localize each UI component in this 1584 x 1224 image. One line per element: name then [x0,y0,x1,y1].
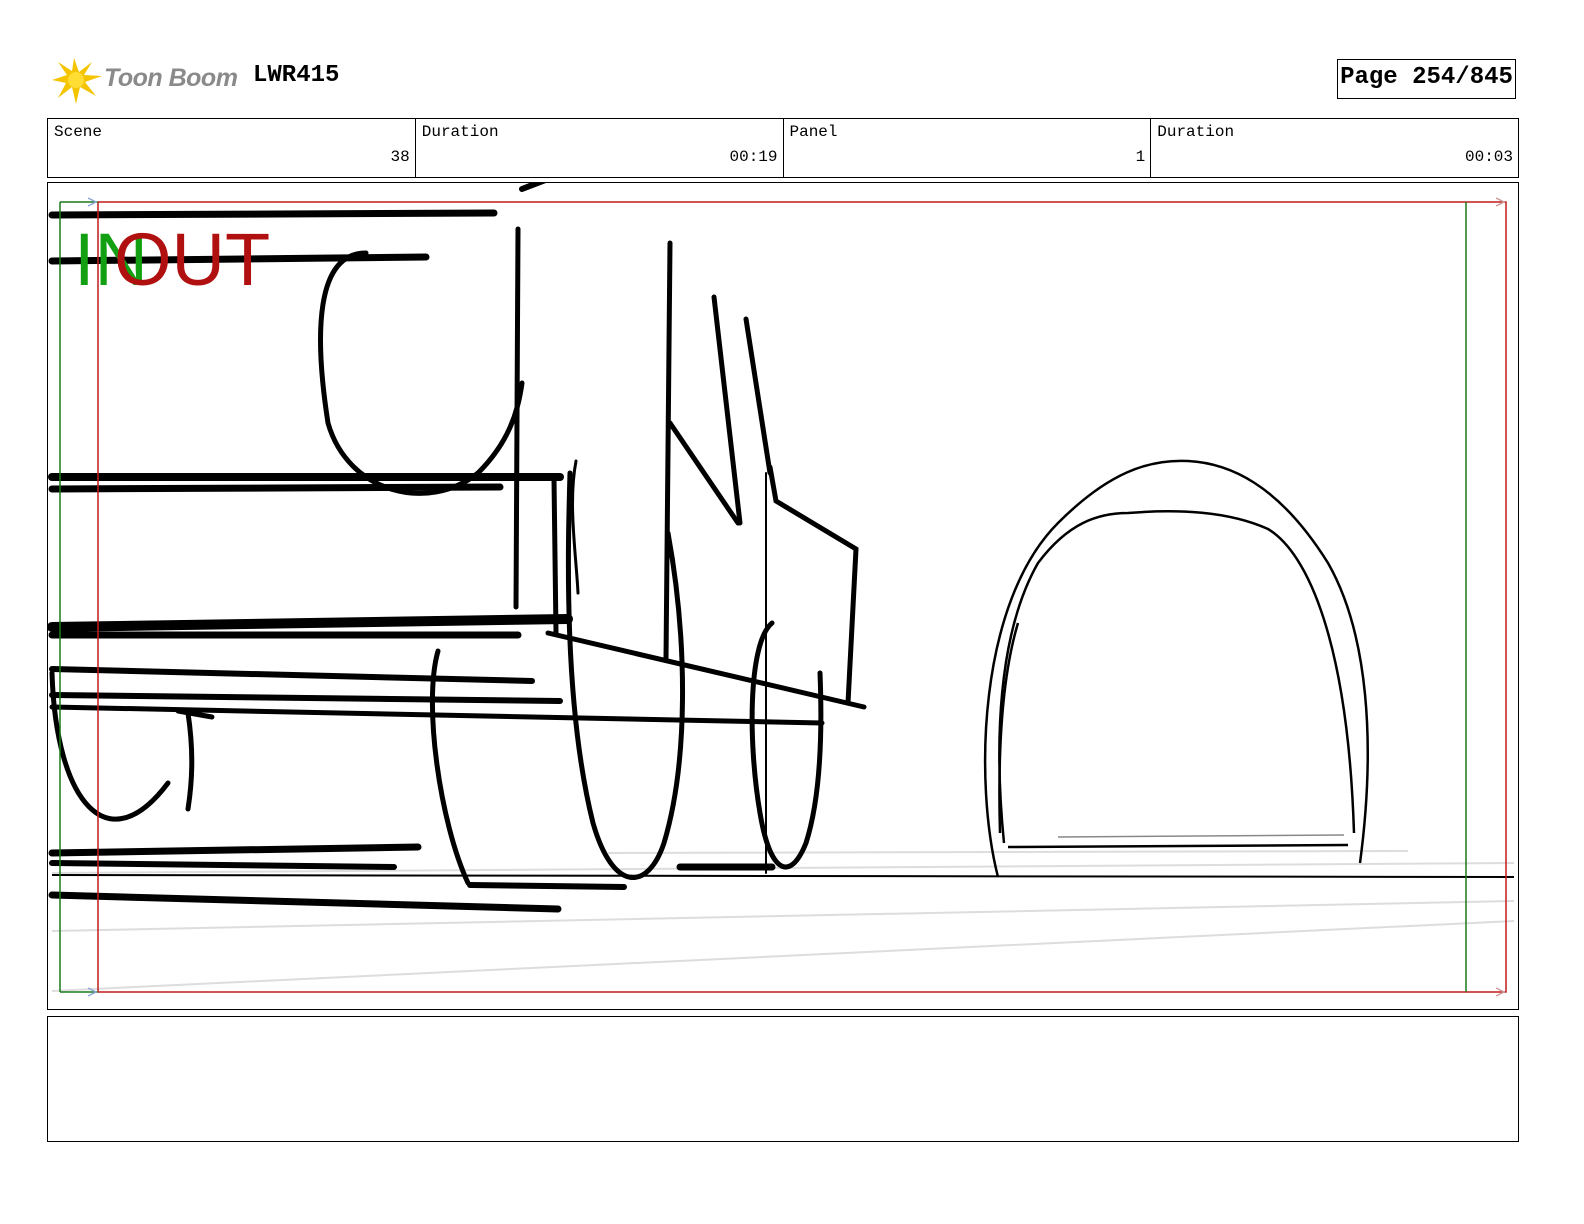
scene-cell: Scene 38 [48,119,416,177]
tunnel-sketch [983,459,1369,878]
project-code: LWR415 [253,62,340,89]
scene-value: 38 [390,148,410,166]
out-frame [97,201,1507,993]
ground-guides [51,850,1515,992]
panel-duration-label: Duration [1157,123,1235,141]
scene-info-bar: Scene 38 Duration 00:19 Panel 1 Duration… [47,118,1519,178]
scene-duration-cell: Duration 00:19 [416,119,784,177]
scene-duration-label: Duration [421,123,499,141]
scene-duration-value: 00:19 [729,148,778,166]
dialogue-notes-box [47,1016,1519,1142]
toon-boom-logo: Toon Boom [52,56,242,106]
panel-sketch [48,183,1515,997]
horizon-line [51,874,1515,878]
panel-duration-cell: Duration 00:03 [1151,119,1518,177]
toon-boom-sunburst-icon [52,58,102,104]
panel-cell: Panel 1 [784,119,1152,177]
panel-duration-value: 00:03 [1464,148,1513,166]
out-marker: OUT [114,218,271,301]
panel-value: 1 [1135,148,1146,166]
brand-name: Toon Boom [104,64,238,92]
page-number: Page 254/845 [1337,59,1516,99]
panel-label: Panel [789,123,838,141]
scene-label: Scene [54,123,103,141]
storyboard-panel: IN OUT [47,182,1519,1010]
